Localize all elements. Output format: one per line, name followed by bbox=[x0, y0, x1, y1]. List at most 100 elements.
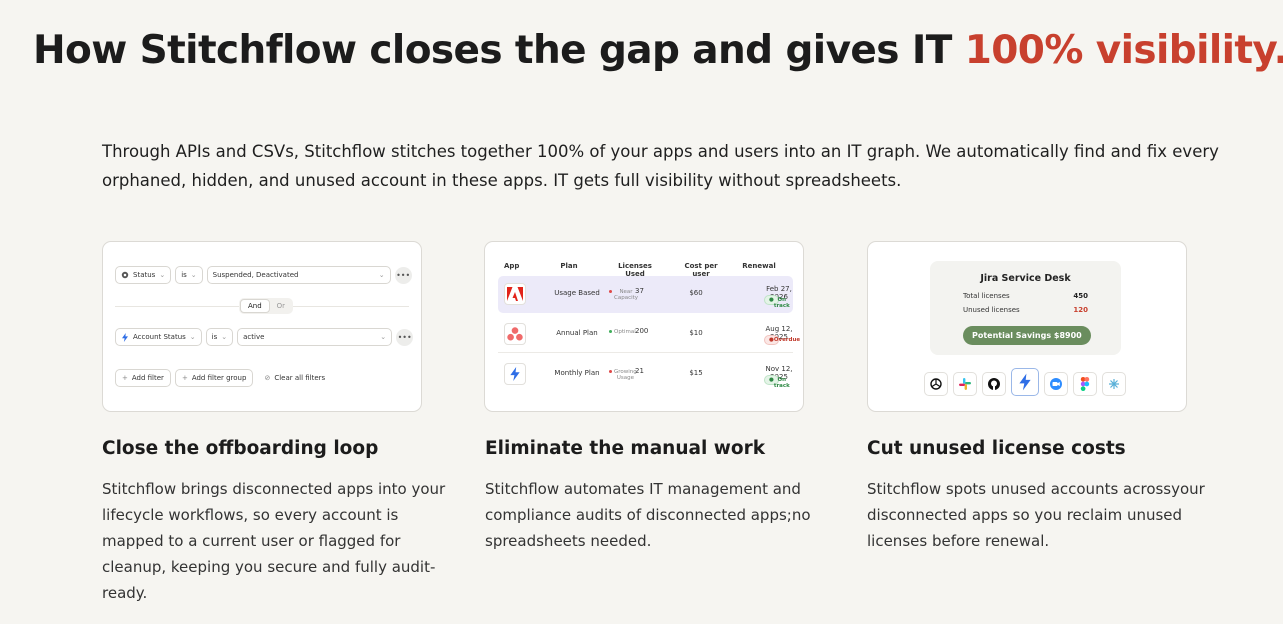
asana-logo-icon bbox=[504, 323, 526, 345]
col-header-plan: Plan bbox=[560, 262, 578, 270]
figma-icon[interactable] bbox=[1073, 372, 1097, 396]
table-row[interactable]: Monthly Plan 21 Growing Usage $15 Nov 12,… bbox=[498, 356, 793, 393]
cost-cell: $10 bbox=[689, 329, 703, 337]
column-desc-license-costs: Stitchflow spots unused accounts acrossy… bbox=[867, 480, 1205, 550]
status-badge-text: On track bbox=[773, 377, 790, 389]
and-or-toggle: And Or bbox=[239, 298, 294, 314]
status-badge: ● On track bbox=[764, 375, 790, 389]
usage-status: Growing Usage bbox=[609, 369, 637, 381]
renewal-cell: Aug 12, 2025 ● Overdue bbox=[734, 325, 800, 345]
adobe-logo-icon bbox=[504, 283, 526, 305]
filter-field-select[interactable]: Status ⌄ bbox=[115, 266, 172, 284]
table-header: App Plan Licenses Used Cost per user Ren… bbox=[485, 262, 803, 278]
clear-icon: ⊘ bbox=[264, 374, 271, 382]
table-row[interactable]: Usage Based 37 Near Capacity $60 Feb 27, … bbox=[498, 276, 793, 313]
filter-operator-select[interactable]: is ⌄ bbox=[175, 266, 203, 284]
jira-title: Jira Service Desk bbox=[980, 273, 1071, 284]
openai-icon[interactable] bbox=[924, 372, 948, 396]
filter-value-label: Suspended, Deactivated bbox=[212, 271, 299, 279]
status-badge: ● On track bbox=[764, 295, 790, 309]
status-badge-text: On track bbox=[773, 297, 790, 309]
plan-cell: Annual Plan bbox=[556, 329, 598, 337]
total-licenses-value: 450 bbox=[1073, 292, 1088, 300]
filter-row-1: Status ⌄ is ⌄ Suspended, Deactivated ⌄ •… bbox=[115, 266, 412, 284]
license-table-card: App Plan Licenses Used Cost per user Ren… bbox=[484, 241, 804, 412]
usage-status-text: Near Capacity bbox=[614, 289, 639, 301]
chevron-down-icon: ⌄ bbox=[159, 271, 166, 279]
unused-licenses-value: 120 bbox=[1073, 306, 1088, 314]
cost-cell: $15 bbox=[689, 369, 703, 377]
github-icon[interactable] bbox=[982, 372, 1006, 396]
more-options-button[interactable]: ••• bbox=[394, 266, 412, 284]
bolt-icon bbox=[122, 332, 128, 342]
filter-operator-label: is bbox=[211, 333, 218, 341]
page-title: How Stitchflow closes the gap and gives … bbox=[33, 28, 1283, 73]
bolt-icon[interactable] bbox=[1011, 368, 1039, 396]
usage-status-text: Growing Usage bbox=[614, 369, 637, 381]
table-row[interactable]: Annual Plan 200 Optimal $10 Aug 12, 2025 ●… bbox=[498, 316, 800, 353]
filter-value-label: active bbox=[243, 333, 265, 341]
plan-cell: Monthly Plan bbox=[554, 369, 600, 377]
column-desc-offboarding: Stitchflow brings disconnected apps into… bbox=[102, 480, 446, 602]
app-icon-row bbox=[924, 368, 1126, 396]
filter-field-select[interactable]: Account Status ⌄ bbox=[115, 328, 202, 346]
filter-card: Status ⌄ is ⌄ Suspended, Deactivated ⌄ •… bbox=[102, 241, 422, 412]
clear-filters-label: Clear all filters bbox=[274, 374, 326, 382]
col-header-app: App bbox=[504, 262, 520, 270]
usage-status: Optimal bbox=[609, 329, 636, 335]
column-desc-manual-work: Stitchflow automates IT management and c… bbox=[485, 480, 811, 550]
column-title-manual-work: Eliminate the manual work bbox=[485, 438, 766, 459]
status-dot-icon bbox=[609, 330, 612, 333]
cost-cell: $60 bbox=[689, 289, 703, 297]
plan-cell: Usage Based bbox=[554, 289, 600, 297]
tableau-icon[interactable] bbox=[1102, 372, 1126, 396]
usage-status: Near Capacity bbox=[609, 289, 638, 301]
status-dot-icon bbox=[609, 370, 612, 373]
status-badge: ● Overdue bbox=[764, 335, 800, 345]
add-filter-group-label: Add filter group bbox=[191, 374, 247, 382]
unused-licenses-label: Unused licenses bbox=[963, 306, 1020, 314]
plus-icon: + bbox=[181, 374, 188, 382]
filter-value-select[interactable]: Suspended, Deactivated ⌄ bbox=[206, 266, 391, 284]
zoom-icon[interactable] bbox=[1044, 372, 1068, 396]
intro-paragraph: Through APIs and CSVs, Stitchflow stitch… bbox=[102, 142, 1219, 190]
slack-icon[interactable] bbox=[953, 372, 977, 396]
column-title-license-costs: Cut unused license costs bbox=[867, 438, 1126, 459]
more-options-button[interactable]: ••• bbox=[396, 328, 414, 346]
clear-filters-button[interactable]: ⊘ Clear all filters bbox=[257, 369, 332, 387]
filter-actions: + Add filter + Add filter group ⊘ Clear all… bbox=[115, 369, 332, 387]
chevron-down-icon: ⌄ bbox=[378, 271, 385, 279]
filter-value-select[interactable]: active ⌄ bbox=[237, 328, 393, 346]
and-option[interactable]: And bbox=[240, 299, 270, 313]
total-licenses-row: Total licenses 450 bbox=[963, 292, 1088, 300]
filter-field-label: Account Status bbox=[133, 333, 186, 341]
page-title-main: How Stitchflow closes the gap and gives … bbox=[33, 28, 965, 73]
col-header-renewal: Renewal bbox=[742, 262, 776, 270]
add-filter-label: Add filter bbox=[131, 374, 164, 382]
or-option[interactable]: Or bbox=[270, 300, 292, 312]
licenses-value: 200 bbox=[635, 327, 649, 335]
add-filter-button[interactable]: + Add filter bbox=[115, 369, 171, 387]
stitchflow-logo-icon bbox=[504, 363, 526, 385]
savings-card: Jira Service Desk Total licenses 450 Unu… bbox=[867, 241, 1187, 412]
page-title-accent: 100% visibility. bbox=[964, 28, 1283, 73]
filter-operator-select[interactable]: is ⌄ bbox=[205, 328, 234, 346]
gear-icon bbox=[121, 271, 129, 279]
chevron-down-icon: ⌄ bbox=[189, 333, 196, 341]
total-licenses-label: Total licenses bbox=[963, 292, 1010, 300]
renewal-cell: Feb 27, 2026 ● On track bbox=[734, 285, 794, 309]
plus-icon: + bbox=[122, 374, 128, 382]
status-badge-text: Overdue bbox=[773, 337, 801, 343]
chevron-down-icon: ⌄ bbox=[190, 271, 197, 279]
status-dot-icon bbox=[609, 290, 612, 293]
chevron-down-icon: ⌄ bbox=[221, 333, 228, 341]
jira-summary-panel: Jira Service Desk Total licenses 450 Unu… bbox=[930, 261, 1121, 355]
renewal-cell: Nov 12, 2025 ● On track bbox=[734, 365, 794, 389]
filter-row-2: Account Status ⌄ is ⌄ active ⌄ ••• bbox=[115, 328, 414, 346]
column-title-offboarding: Close the offboarding loop bbox=[102, 438, 379, 459]
unused-licenses-row: Unused licenses 120 bbox=[963, 306, 1088, 314]
add-filter-group-button[interactable]: + Add filter group bbox=[174, 369, 254, 387]
filter-field-label: Status bbox=[133, 271, 156, 279]
chevron-down-icon: ⌄ bbox=[380, 333, 387, 341]
savings-pill: Potential Savings $8900 bbox=[963, 326, 1091, 345]
